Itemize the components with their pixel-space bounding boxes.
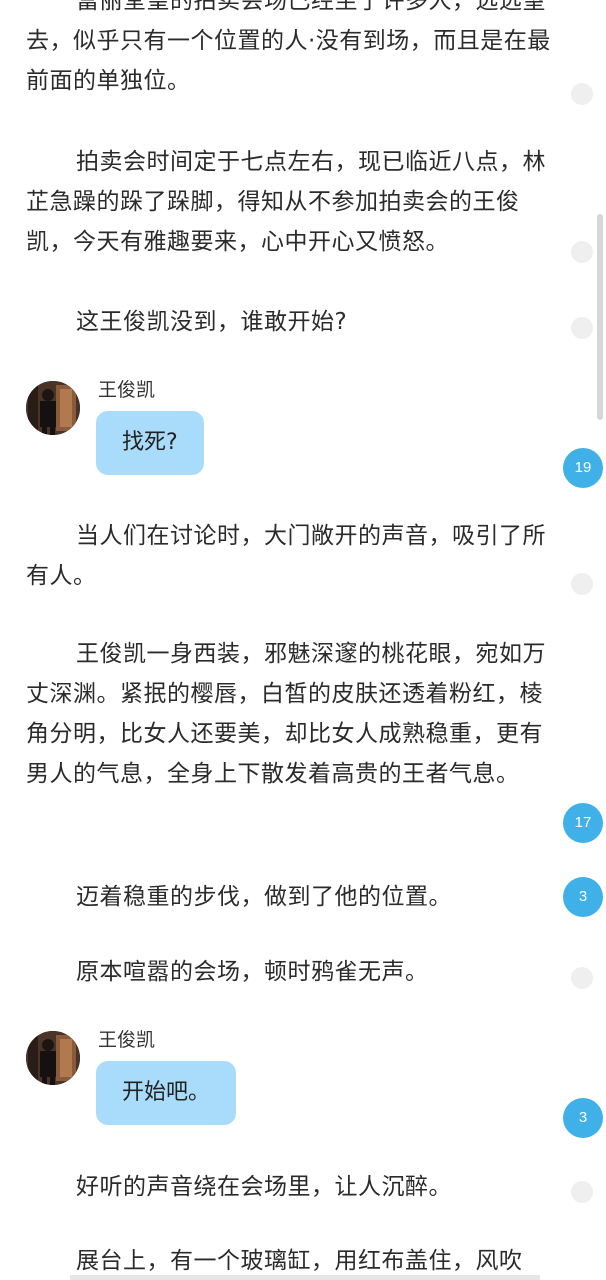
avatar[interactable] xyxy=(26,1031,80,1085)
comment-count-badge[interactable]: 3 xyxy=(563,877,603,917)
comment-marker-empty[interactable] xyxy=(571,573,593,595)
comment-count-badge[interactable]: 3 xyxy=(563,1098,603,1138)
avatar-image xyxy=(26,1031,80,1085)
comment-marker-empty[interactable] xyxy=(571,83,593,105)
paragraph: 原本喧嚣的会场，顿时鸦雀无声。 xyxy=(76,959,429,985)
chat-message: 王俊凯 开始吧。 xyxy=(26,1029,546,1141)
bottom-bar-edge xyxy=(70,1275,540,1280)
chat-bubble: 找死? xyxy=(96,411,204,475)
avatar[interactable] xyxy=(26,381,80,435)
chat-message: 王俊凯 找死? xyxy=(26,379,546,491)
comment-marker-empty[interactable] xyxy=(571,317,593,339)
paragraph: 迈着稳重的步伐，做到了他的位置。 xyxy=(76,884,452,910)
paragraph: 王俊凯一身西装，邪魅深邃的桃花眼，宛如万丈深渊。紧抿的樱唇，白皙的皮肤还透着粉红… xyxy=(26,641,546,787)
avatar-image xyxy=(26,381,80,435)
comment-marker-empty[interactable] xyxy=(571,967,593,989)
paragraph: 当人们在讨论时，大门敞开的声音，吸引了所有人。 xyxy=(26,523,546,589)
comment-count-badge[interactable]: 19 xyxy=(563,448,603,488)
paragraph: 好听的声音绕在会场里，让人沉醉。 xyxy=(76,1174,452,1200)
chat-bubble: 开始吧。 xyxy=(96,1061,237,1125)
paragraph: 富丽堂皇的拍卖会场已经坐了许多人，远远望去，似乎只有一个位置的人·没有到场，而且… xyxy=(26,0,551,94)
reader-content: 富丽堂皇的拍卖会场已经坐了许多人，远远望去，似乎只有一个位置的人·没有到场，而且… xyxy=(0,0,606,1280)
comment-marker-empty[interactable] xyxy=(571,241,593,263)
paragraph: 拍卖会时间定于七点左右，现已临近八点，林芷急躁的跺了跺脚，得知从不参加拍卖会的王… xyxy=(26,149,546,255)
scrollbar-thumb[interactable] xyxy=(597,214,603,420)
comment-marker-empty[interactable] xyxy=(571,1181,593,1203)
comment-count-badge[interactable]: 17 xyxy=(563,803,603,843)
paragraph: 这王俊凯没到，谁敢开始? xyxy=(76,309,348,335)
speaker-name: 王俊凯 xyxy=(98,379,156,401)
speaker-name: 王俊凯 xyxy=(98,1029,156,1051)
